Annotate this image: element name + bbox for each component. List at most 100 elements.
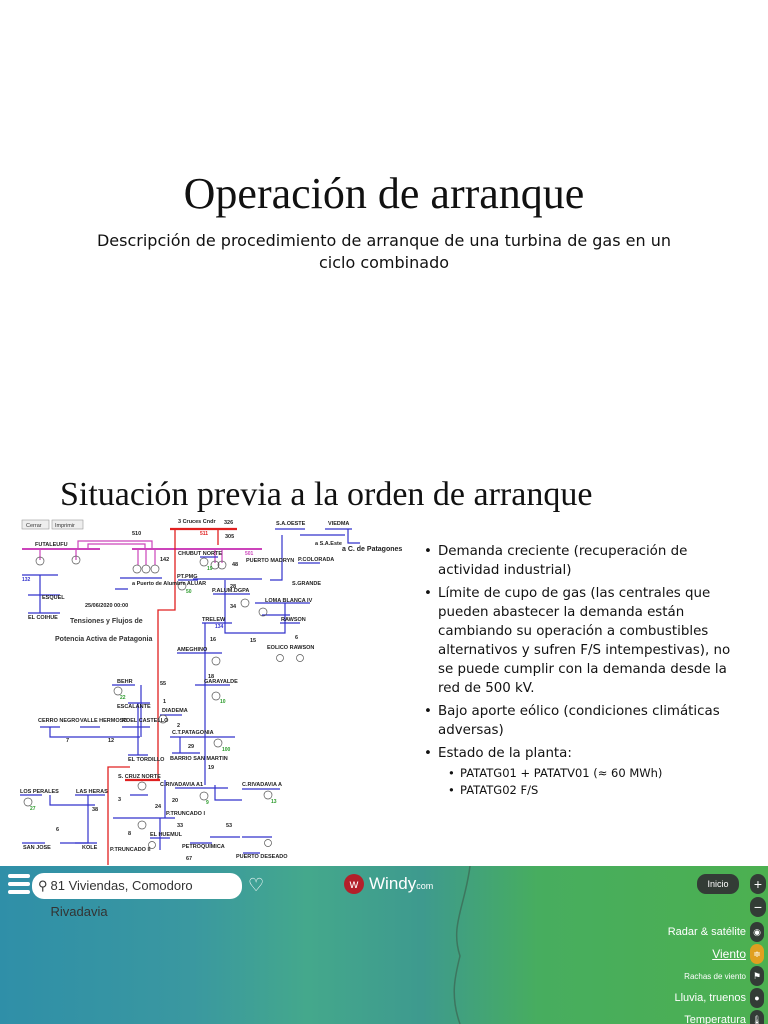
svg-text:BARRIO SAN MARTIN: BARRIO SAN MARTIN <box>170 756 228 762</box>
svg-text:S.A.OESTE: S.A.OESTE <box>276 521 306 527</box>
svg-text:ESQUEL: ESQUEL <box>42 595 65 601</box>
svg-text:DIADEMA: DIADEMA <box>162 708 188 714</box>
layer-temperature[interactable]: Temperatura 🌡 <box>668 1009 764 1024</box>
windy-logo-icon: w <box>344 874 364 894</box>
svg-text:48: 48 <box>232 562 238 568</box>
svg-text:KOLE: KOLE <box>82 845 98 851</box>
svg-text:28: 28 <box>230 584 236 590</box>
svg-text:EL COIHUE: EL COIHUE <box>28 615 58 621</box>
svg-text:53: 53 <box>226 823 232 829</box>
svg-text:C.RIVADAVIA A1: C.RIVADAVIA A1 <box>160 782 203 788</box>
svg-text:EL TORDILLO: EL TORDILLO <box>128 757 165 763</box>
windy-logo: w Windycom <box>344 874 433 894</box>
radar-icon: ◉ <box>750 922 764 942</box>
svg-text:BEHR: BEHR <box>117 679 133 685</box>
svg-text:1: 1 <box>163 699 166 705</box>
svg-text:38: 38 <box>92 807 98 813</box>
search-input[interactable]: ⚲ 81 Viviendas, Comodoro Rivadavia <box>32 873 242 919</box>
svg-text:55: 55 <box>160 681 166 687</box>
svg-text:LAS HERAS: LAS HERAS <box>76 789 108 795</box>
situation-bullets: Demanda creciente (recuperación de activ… <box>424 542 744 803</box>
diagram-heading-2: Potencia Activa de Patagonia <box>55 636 152 643</box>
layer-gusts[interactable]: Rachas de viento ⚑ <box>668 965 764 987</box>
svg-text:8: 8 <box>128 831 131 837</box>
layer-menu: Radar & satélite ◉ Viento ≑ Rachas de vien… <box>668 921 764 1024</box>
svg-text:a C. de Patagones: a C. de Patagones <box>342 546 402 553</box>
search-icon: ⚲ <box>38 878 48 893</box>
zoom-out-button[interactable]: − <box>750 897 766 917</box>
svg-text:6: 6 <box>56 827 59 833</box>
svg-text:7: 7 <box>66 738 69 744</box>
home-button[interactable]: Inicio <box>697 874 739 894</box>
svg-text:305: 305 <box>225 534 234 540</box>
sub-bullet-item: PATATG01 + PATATV01 (≈ 60 MWh) <box>448 765 744 782</box>
bullet-item: Demanda creciente (recuperación de activ… <box>424 542 744 580</box>
svg-text:RAWSON: RAWSON <box>281 617 306 623</box>
bullet-item: Estado de la planta: PATATG01 + PATATV01… <box>424 744 744 799</box>
slide-title: Operación de arranque <box>183 169 585 218</box>
svg-text:19: 19 <box>207 566 213 572</box>
drop-icon: ● <box>750 988 764 1008</box>
flag-icon: ⚑ <box>750 966 764 986</box>
close-button[interactable]: Cerrar <box>21 519 50 530</box>
wind-icon: ≑ <box>750 944 764 964</box>
svg-text:2: 2 <box>177 723 180 729</box>
svg-text:3 Cruces Cndr: 3 Cruces Cndr <box>178 519 216 525</box>
patagonia-grid-diagram: Cerrar Imprimir Tensiones y Flujos de Po… <box>20 519 402 865</box>
sub-bullet-item: PATATG02 F/S <box>448 782 744 799</box>
svg-text:VIEDMA: VIEDMA <box>328 521 349 527</box>
svg-text:12: 12 <box>108 738 114 744</box>
svg-text:Cerrar: Cerrar <box>26 523 42 529</box>
layer-rain[interactable]: Lluvia, truenos ● <box>668 987 764 1009</box>
svg-text:27: 27 <box>30 806 36 812</box>
svg-text:50: 50 <box>186 589 192 595</box>
svg-text:PT.PMG: PT.PMG <box>177 574 197 580</box>
svg-text:132: 132 <box>22 577 31 583</box>
svg-text:16: 16 <box>210 637 216 643</box>
svg-text:CHUBUT NORTE: CHUBUT NORTE <box>178 551 222 557</box>
svg-text:29: 29 <box>188 744 194 750</box>
slide2-title: Situación previa a la orden de arranque <box>60 476 593 513</box>
favorite-heart-icon[interactable]: ♡ <box>248 875 264 896</box>
svg-text:24: 24 <box>155 804 162 810</box>
svg-text:13: 13 <box>271 799 277 805</box>
svg-text:PETROQUIMICA: PETROQUIMICA <box>182 844 225 850</box>
svg-text:S. CRUZ NORTE: S. CRUZ NORTE <box>118 774 161 780</box>
svg-text:20: 20 <box>172 798 178 804</box>
svg-text:6: 6 <box>295 635 298 641</box>
svg-text:Imprimir: Imprimir <box>55 523 75 529</box>
svg-text:LOS PERALES: LOS PERALES <box>20 789 59 795</box>
svg-text:34: 34 <box>230 604 237 610</box>
svg-text:AMEGHINO: AMEGHINO <box>177 647 208 653</box>
svg-text:TRELEW: TRELEW <box>202 617 226 623</box>
bullet-item: Límite de cupo de gas (las centrales que… <box>424 584 744 698</box>
svg-text:9: 9 <box>206 800 209 806</box>
windy-map[interactable]: ⚲ 81 Viviendas, Comodoro Rivadavia ♡ w Win… <box>0 866 768 1024</box>
layer-radar[interactable]: Radar & satélite ◉ <box>668 921 764 943</box>
svg-text:22: 22 <box>120 695 126 701</box>
svg-text:10: 10 <box>220 699 226 705</box>
svg-text:LOMA BLANCA IV: LOMA BLANCA IV <box>265 598 313 604</box>
print-button[interactable]: Imprimir <box>51 519 84 530</box>
svg-text:P.COLORADA: P.COLORADA <box>298 557 334 563</box>
svg-text:511: 511 <box>200 531 208 537</box>
svg-text:a S.A.Este: a S.A.Este <box>315 541 342 547</box>
svg-text:18: 18 <box>208 674 214 680</box>
svg-text:CERRO NEGRO: CERRO NEGRO <box>38 718 80 724</box>
svg-text:P.TRUNCADO I: P.TRUNCADO I <box>166 811 205 817</box>
svg-text:19: 19 <box>208 765 214 771</box>
svg-text:P.TRUNCADO II: P.TRUNCADO II <box>110 847 151 853</box>
diagram-date: 25/06/2020 00:00 <box>85 603 128 609</box>
svg-text:510: 510 <box>132 531 141 537</box>
svg-text:100: 100 <box>222 747 231 753</box>
menu-icon[interactable] <box>8 874 30 896</box>
svg-text:33: 33 <box>177 823 183 829</box>
svg-text:SAN JOSE: SAN JOSE <box>23 845 51 851</box>
svg-text:S.GRANDE: S.GRANDE <box>292 581 321 587</box>
svg-text:501: 501 <box>245 551 254 557</box>
svg-text:ESCALANTE: ESCALANTE <box>117 704 151 710</box>
bullet-item: Bajo aporte eólico (condiciones climátic… <box>424 702 744 740</box>
layer-wind[interactable]: Viento ≑ <box>668 943 764 965</box>
zoom-in-button[interactable]: + <box>750 874 766 894</box>
svg-text:67: 67 <box>186 856 192 862</box>
